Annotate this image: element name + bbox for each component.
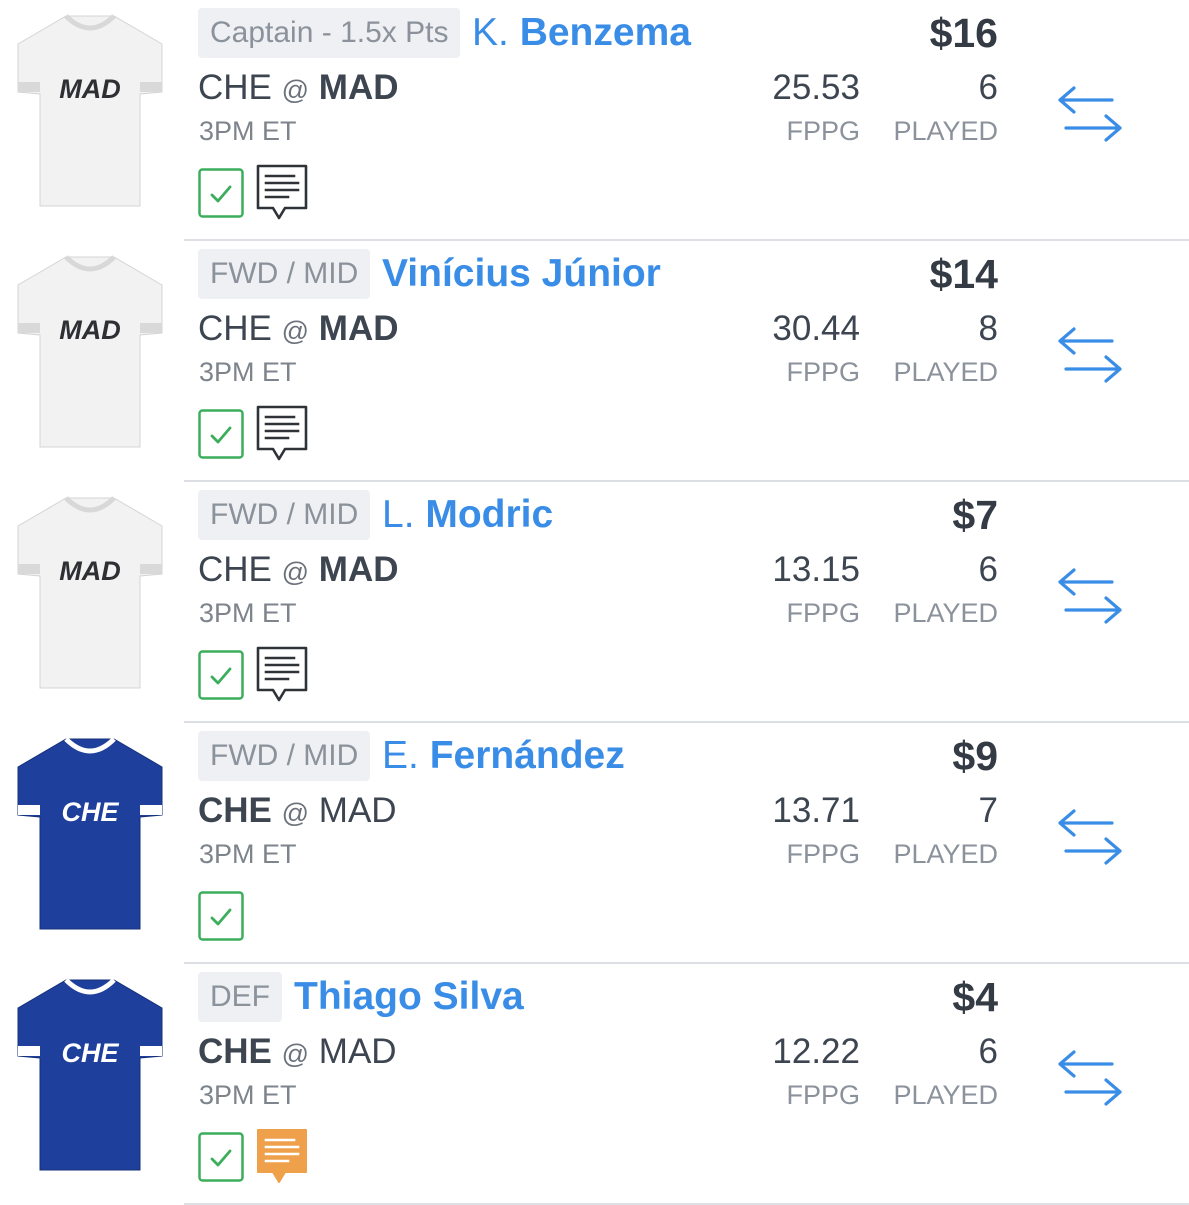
game-time: 3PM ET [199,357,297,387]
home-team: CHE [198,68,272,107]
team-jersey-icon: MAD [17,14,163,207]
player-row[interactable]: CHE DEF Thiago Silva $4 CHE @ MAD 3PM ET… [0,964,1189,1205]
player-row[interactable]: MAD FWD / MID Vinícius Júnior $14 CHE @ … [0,241,1189,482]
checkbox-checked-icon[interactable] [198,891,244,941]
away-team: MAD [318,309,399,348]
position-badge: FWD / MID [198,731,371,781]
game-matchup: CHE @ MAD [198,787,397,837]
at-symbol: @ [281,316,310,346]
fppg-value: 25.53 [772,68,860,107]
away-team: MAD [318,791,397,830]
played-value: 8 [978,309,998,348]
away-team: MAD [318,550,399,589]
game-time: 3PM ET [199,598,297,628]
player-row[interactable]: MAD Captain - 1.5x Pts K. Benzema $16 CH… [0,0,1189,241]
swap-arrows-icon[interactable] [1052,323,1126,387]
fppg-value: 13.71 [772,791,860,830]
home-team: CHE [198,1032,272,1071]
home-team: CHE [198,550,272,589]
player-salary: $4 [952,974,998,1020]
fppg-value: 12.22 [772,1032,860,1071]
game-time: 3PM ET [199,839,297,869]
player-last-name[interactable]: Modric [425,493,553,536]
played-value: 6 [978,1032,998,1071]
at-symbol: @ [281,557,310,587]
player-first-initial[interactable]: E. [382,734,419,777]
player-name[interactable]: Thiago Silva [294,972,524,1022]
news-note-icon[interactable] [255,404,309,462]
fppg-value: 30.44 [772,309,860,348]
news-note-icon[interactable] [255,645,309,703]
player-name[interactable]: E. Fernández [382,731,625,781]
at-symbol: @ [281,1039,310,1069]
swap-arrows-icon[interactable] [1052,564,1126,628]
home-team: CHE [198,309,272,348]
team-jersey-icon: MAD [17,496,163,689]
lineup-list: MAD Captain - 1.5x Pts K. Benzema $16 CH… [0,0,1189,1205]
game-time: 3PM ET [199,116,297,146]
player-name[interactable]: Vinícius Júnior [382,249,661,299]
game-matchup: CHE @ MAD [198,64,399,114]
game-matchup: CHE @ MAD [198,305,399,355]
played-value: 6 [978,68,998,107]
at-symbol: @ [281,75,310,105]
news-note-icon[interactable] [255,163,309,221]
played-label: PLAYED [893,839,998,869]
played-value: 7 [978,791,998,830]
jersey-team-label: MAD [59,556,121,586]
jersey-team-label: CHE [61,1038,119,1068]
player-last-name[interactable]: Vinícius Júnior [382,252,661,295]
player-first-initial[interactable]: L. [382,493,415,536]
away-team: MAD [318,68,399,107]
player-salary: $16 [929,10,998,56]
player-row[interactable]: CHE FWD / MID E. Fernández $9 CHE @ MAD … [0,723,1189,964]
player-last-name[interactable]: Thiago Silva [294,975,524,1018]
fppg-label: FPPG [786,1080,860,1110]
fppg-label: FPPG [786,357,860,387]
player-name[interactable]: K. Benzema [472,8,691,58]
team-jersey-icon: CHE [17,737,163,930]
position-badge: FWD / MID [198,249,371,299]
swap-arrows-icon[interactable] [1052,805,1126,869]
played-label: PLAYED [893,1080,998,1110]
checkbox-checked-icon[interactable] [198,168,244,218]
team-jersey-icon: CHE [17,978,163,1171]
played-value: 6 [978,550,998,589]
player-name[interactable]: L. Modric [382,490,553,540]
home-team: CHE [198,791,272,830]
game-matchup: CHE @ MAD [198,1028,397,1078]
swap-arrows-icon[interactable] [1052,82,1126,146]
team-jersey-icon: MAD [17,255,163,448]
player-salary: $9 [952,733,998,779]
checkbox-checked-icon[interactable] [198,409,244,459]
fppg-label: FPPG [786,839,860,869]
game-time: 3PM ET [199,1080,297,1110]
jersey-team-label: MAD [59,74,121,104]
player-first-initial[interactable]: K. [472,11,509,54]
player-last-name[interactable]: Benzema [520,11,691,54]
fppg-label: FPPG [786,116,860,146]
player-last-name[interactable]: Fernández [430,734,625,777]
game-matchup: CHE @ MAD [198,546,399,596]
player-salary: $14 [929,251,998,297]
jersey-team-label: CHE [61,797,119,827]
checkbox-checked-icon[interactable] [198,650,244,700]
played-label: PLAYED [893,598,998,628]
swap-arrows-icon[interactable] [1052,1046,1126,1110]
away-team: MAD [318,1032,397,1071]
played-label: PLAYED [893,357,998,387]
position-badge: Captain - 1.5x Pts [198,8,461,58]
position-badge: FWD / MID [198,490,371,540]
jersey-team-label: MAD [59,315,121,345]
at-symbol: @ [281,798,310,828]
played-label: PLAYED [893,116,998,146]
news-note-icon[interactable] [255,1127,309,1185]
player-salary: $7 [952,492,998,538]
checkbox-checked-icon[interactable] [198,1132,244,1182]
fppg-value: 13.15 [772,550,860,589]
position-badge: DEF [198,972,282,1022]
player-row[interactable]: MAD FWD / MID L. Modric $7 CHE @ MAD 3PM… [0,482,1189,723]
fppg-label: FPPG [786,598,860,628]
